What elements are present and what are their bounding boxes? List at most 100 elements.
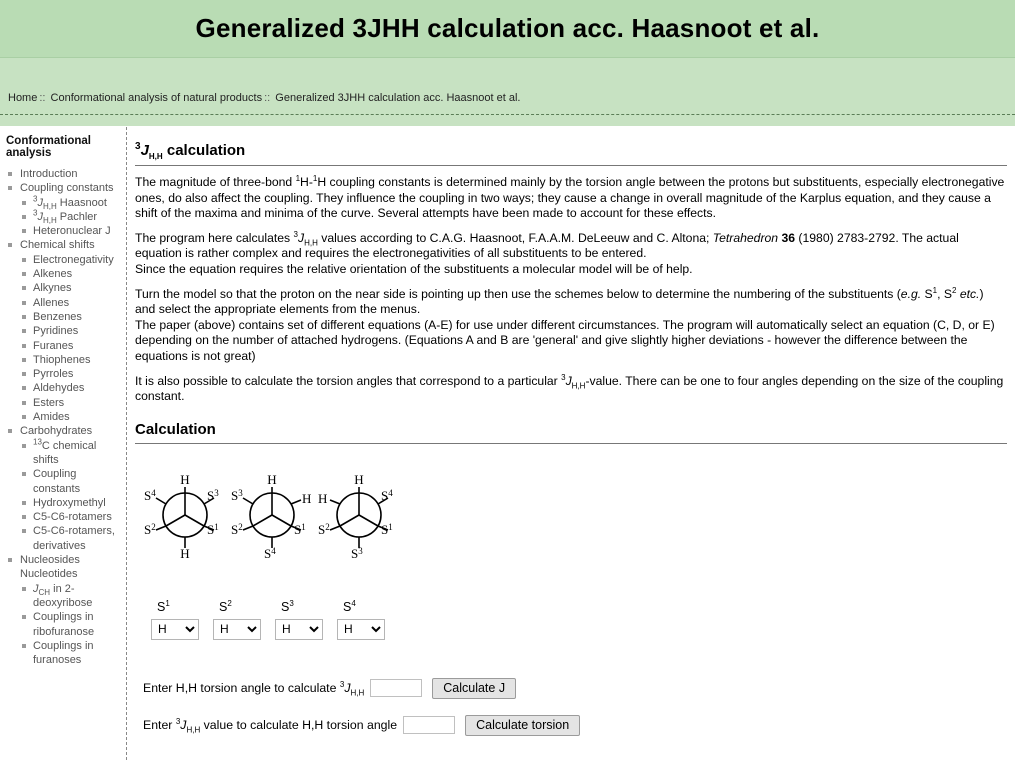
- newman-label-upper-right: S3: [207, 488, 219, 503]
- sidebar-item-label[interactable]: Carbohydrates: [20, 425, 92, 437]
- sidebar-item-label[interactable]: Coupling constants: [33, 468, 80, 494]
- sidebar-item-nucleosides-nucleotides[interactable]: Nucleosides Nucleotides: [4, 553, 122, 582]
- section-title: 3JH,H calculation: [135, 141, 1007, 166]
- sidebar-item-alkynes[interactable]: Alkynes: [4, 281, 122, 295]
- sidebar-item-heteronuclear-j[interactable]: Heteronuclear J: [4, 224, 122, 238]
- sidebar-item-pyrroles[interactable]: Pyrroles: [4, 367, 122, 381]
- newman-label-top: H: [180, 472, 189, 487]
- newman-label-upper-right: H: [302, 491, 311, 506]
- sidebar-item-label[interactable]: Alkynes: [33, 282, 72, 294]
- sidebar-item-label[interactable]: Coupling constants: [20, 182, 114, 194]
- breadcrumb-bar: Home:: Conformational analysis of natura…: [0, 58, 1015, 115]
- sidebar-item-aldehydes[interactable]: Aldehydes: [4, 381, 122, 395]
- citation-year: (1980): [798, 230, 834, 245]
- sidebar-item-c13-chemical-shifts[interactable]: 13C chemical shifts: [4, 437, 122, 468]
- substituent-select-s2[interactable]: H: [213, 618, 261, 640]
- sidebar-item-jhh-haasnoot[interactable]: 3JH,H Haasnoot: [4, 194, 122, 210]
- sidebar-item-jch-2-deoxyribose[interactable]: JCH in 2-deoxyribose: [4, 582, 122, 611]
- breadcrumb-item-home[interactable]: Home: [8, 92, 37, 104]
- breadcrumb-separator: ::: [39, 92, 46, 104]
- calculate-j-button[interactable]: Calculate J: [432, 677, 517, 699]
- sidebar-item-couplings-ribofuranose[interactable]: Couplings in ribofuranose: [4, 610, 122, 639]
- sidebar-item-label[interactable]: C5-C6-rotamers: [33, 511, 112, 523]
- sidebar-item-carbohydrates[interactable]: Carbohydrates: [4, 424, 122, 438]
- sidebar-item-label[interactable]: Amides: [33, 411, 70, 423]
- sidebar-item-label[interactable]: Esters: [33, 397, 64, 409]
- newman-label-upper-left: H: [318, 491, 327, 506]
- sidebar-item-c5-c6-rotamers-derivatives[interactable]: C5-C6-rotamers, derivatives: [4, 524, 122, 553]
- sidebar-item-couplings-furanoses[interactable]: Couplings in furanoses: [4, 639, 122, 668]
- newman-label-bottom: S3: [351, 546, 363, 560]
- sidebar-item-furanes[interactable]: Furanes: [4, 339, 122, 353]
- newman-label-lower-left: S2: [231, 522, 243, 537]
- sidebar-item-benzenes[interactable]: Benzenes: [4, 310, 122, 324]
- substituent-select-s4[interactable]: H: [337, 618, 385, 640]
- selector-label-s4: S4: [343, 598, 356, 614]
- sidebar-item-coupling-constants[interactable]: Coupling constants: [4, 181, 122, 195]
- sidebar-item-label[interactable]: Electronegativity: [33, 254, 114, 266]
- newman-diagram-3: H S3 H S4 S2 S1: [318, 472, 393, 560]
- sidebar-item-label[interactable]: Pyridines: [33, 325, 78, 337]
- sidebar-item-label[interactable]: Nucleosides Nucleotides: [20, 554, 80, 580]
- jhh-value-input[interactable]: [403, 716, 456, 735]
- sidebar-item-label[interactable]: C5-C6-rotamers, derivatives: [33, 525, 115, 551]
- sidebar-item-label[interactable]: Pyrroles: [33, 368, 73, 380]
- newman-label-upper-left: S3: [231, 488, 243, 503]
- section-title-j: J: [140, 142, 149, 159]
- page-title: Generalized 3JHH calculation acc. Haasno…: [195, 13, 820, 43]
- sidebar-item-label[interactable]: Benzenes: [33, 311, 82, 323]
- sidebar-item-hydroxymethyl[interactable]: Hydroxymethyl: [4, 496, 122, 510]
- sidebar-item-label[interactable]: Thiophenes: [33, 354, 91, 366]
- newman-diagram-1: H H S4 S3 S2 S1: [144, 472, 219, 560]
- sidebar-item-c5-c6-rotamers[interactable]: C5-C6-rotamers: [4, 510, 122, 524]
- sidebar-item-label[interactable]: Alkenes: [33, 268, 72, 280]
- substituent-select-s1[interactable]: H: [151, 618, 199, 640]
- sidebar-item-label[interactable]: JCH in 2-deoxyribose: [33, 583, 92, 609]
- sidebar-item-amides[interactable]: Amides: [4, 410, 122, 424]
- sidebar-item-esters[interactable]: Esters: [4, 396, 122, 410]
- section-title-subscript: H,H: [148, 152, 163, 161]
- calculate-torsion-button[interactable]: Calculate torsion: [465, 714, 581, 736]
- sidebar-item-alkenes[interactable]: Alkenes: [4, 267, 122, 281]
- breadcrumb-separator: ::: [264, 92, 271, 104]
- newman-label-top: H: [354, 472, 363, 487]
- torsion-angle-input[interactable]: [370, 679, 423, 698]
- sidebar-item-pyridines[interactable]: Pyridines: [4, 324, 122, 338]
- selector-group-s4: S4 H: [337, 598, 385, 640]
- sidebar-item-introduction[interactable]: Introduction: [4, 167, 122, 181]
- intro-paragraph: The magnitude of three-bond 1H-1H coupli…: [135, 173, 1005, 221]
- sidebar-item-label[interactable]: Furanes: [33, 340, 73, 352]
- sidebar-item-label[interactable]: Allenes: [33, 297, 69, 309]
- sidebar-item-label[interactable]: 3JH,H Pachler: [33, 209, 97, 225]
- header-gap-strip: [0, 115, 1015, 127]
- main-content: 3JH,H calculation The magnitude of three…: [127, 127, 1015, 760]
- sidebar-item-allenes[interactable]: Allenes: [4, 296, 122, 310]
- sidebar-item-thiophenes[interactable]: Thiophenes: [4, 353, 122, 367]
- sidebar-item-jhh-pachler[interactable]: 3JH,H Pachler: [4, 209, 122, 225]
- citation-journal: Tetrahedron: [712, 230, 779, 245]
- selector-group-s1: S1 H: [151, 599, 199, 640]
- sidebar: Conformational analysis Introduction Cou…: [0, 127, 127, 760]
- sidebar-item-label[interactable]: Hydroxymethyl: [33, 497, 106, 509]
- calculate-j-label: Enter H,H torsion angle to calculate 3JH…: [143, 680, 365, 698]
- sidebar-item-label[interactable]: Couplings in furanoses: [33, 640, 94, 666]
- sidebar-item-label[interactable]: 3JH,H Haasnoot: [33, 194, 107, 210]
- breadcrumb-item-conformational-analysis[interactable]: Conformational analysis of natural produ…: [51, 92, 263, 104]
- substituent-select-s3[interactable]: H: [275, 618, 323, 640]
- sidebar-item-label[interactable]: Aldehydes: [33, 382, 84, 394]
- sidebar-item-label[interactable]: Introduction: [20, 168, 77, 180]
- substituent-selectors: S1 H S2 H S3 H S4 H: [135, 560, 1007, 640]
- sidebar-item-label[interactable]: Chemical shifts: [20, 239, 95, 251]
- citation-pages: 2783-2792: [837, 230, 896, 245]
- sidebar-item-chemical-shifts[interactable]: Chemical shifts: [4, 238, 122, 252]
- sidebar-item-label[interactable]: 13C chemical shifts: [33, 437, 96, 465]
- sidebar-item-label[interactable]: Couplings in ribofuranose: [33, 611, 94, 637]
- newman-label-lower-left: S2: [144, 522, 156, 537]
- calculate-torsion-label: Enter 3JH,H value to calculate H,H torsi…: [143, 717, 398, 735]
- sidebar-title: Conformational analysis: [6, 135, 91, 159]
- sidebar-item-carb-coupling-constants[interactable]: Coupling constants: [4, 467, 122, 496]
- page-layout: Conformational analysis Introduction Cou…: [0, 127, 1015, 760]
- sidebar-item-label[interactable]: Heteronuclear J: [33, 225, 111, 237]
- newman-diagrams: H H S4 S3 S2 S1 H S4 S3 H: [135, 444, 1007, 560]
- sidebar-item-electronegativity[interactable]: Electronegativity: [4, 253, 122, 267]
